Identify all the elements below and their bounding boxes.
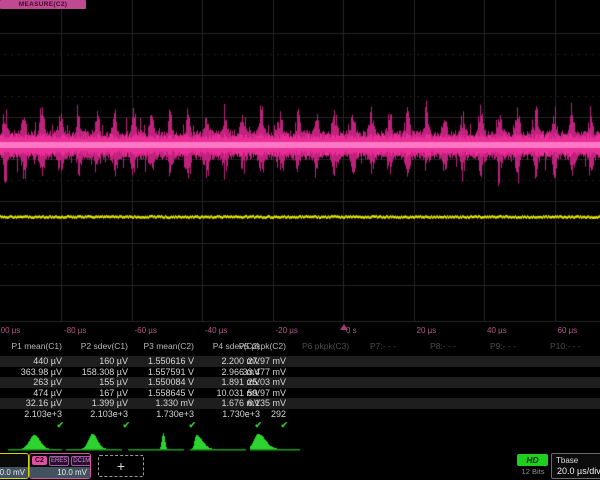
- measurement-cell: 1.330 mV: [132, 398, 196, 409]
- timebase-label: Tbase: [552, 454, 600, 465]
- param-header-cell-unused[interactable]: P9:- - -: [488, 340, 538, 352]
- param-header-cell-unused[interactable]: P8:- - -: [428, 340, 478, 352]
- measurement-row: 2.103e+32.103e+31.730e+31.730e+3292: [0, 409, 600, 420]
- time-axis-label: 60 µs: [558, 326, 578, 335]
- measurement-cell: 155 µV: [66, 377, 130, 388]
- hd-mode-badge[interactable]: HD: [517, 454, 548, 466]
- measurement-cell: 1.557591 V: [132, 367, 196, 378]
- timebase-descriptor[interactable]: Tbase 20.0 µs/div: [551, 453, 600, 479]
- time-axis-label: -100 µs: [0, 326, 20, 335]
- measurement-cell: 2.103e+3: [0, 409, 64, 420]
- param-header-cell[interactable]: P3 mean(C2): [132, 340, 196, 352]
- param-header-cell[interactable]: P5 pkpk(C2): [236, 340, 288, 352]
- param-header-cell-unused[interactable]: P10:- - -: [548, 340, 598, 352]
- time-axis[interactable]: -100 µs-80 µs-60 µs-40 µs-20 µs0 s20 µs4…: [0, 322, 600, 338]
- trigger-position-marker[interactable]: [340, 324, 348, 330]
- measurement-row: 32.16 µV1.399 µV1.330 mV1.676 mV6.135 mV: [0, 398, 600, 409]
- measurement-cell: 160 µV: [66, 356, 130, 367]
- measurement-cell: 1.399 µV: [66, 398, 130, 409]
- param-header-cell[interactable]: P1 mean(C1): [0, 340, 64, 352]
- measurement-cell: 25.03 mV: [236, 377, 288, 388]
- param-status-check-icon: ✔: [236, 420, 288, 430]
- measurement-cell: 27.97 mV: [236, 356, 288, 367]
- param-header-cell-unused[interactable]: P6 pkpk(C3): [300, 340, 358, 352]
- param-status-check-icon: ✔: [132, 420, 196, 430]
- channel-c2-eres-badge: ERES: [49, 456, 69, 466]
- measurement-cell: 1.550616 V: [132, 356, 196, 367]
- measurement-cell: 263 µV: [0, 377, 64, 388]
- time-axis-label: 20 µs: [417, 326, 437, 335]
- measurement-table: P1 mean(C1)P2 sdev(C1)P3 mean(C2)P4 sdev…: [0, 340, 600, 432]
- measurement-cell: 59.97 mV: [236, 388, 288, 399]
- channel-c1-volts-per-div: 10.0 mV: [0, 467, 28, 478]
- oscilloscope-screen: MEASURE(C2) -100 µs -80 µs -60 µs -40 µs -20…: [0, 0, 600, 480]
- trace-status-badge: MEASURE(C2): [0, 0, 86, 9]
- measurement-cell: 1.730e+3: [132, 409, 196, 420]
- time-axis-label: 40 µs: [487, 326, 507, 335]
- add-trace-button[interactable]: +: [98, 455, 144, 477]
- measurement-row: 363.98 µV158.308 µV1.557591 V2.966 mV33.…: [0, 367, 600, 378]
- param-status-check-icon: ✔: [66, 420, 130, 430]
- measurement-cell: 1.550084 V: [132, 377, 196, 388]
- time-axis-label: -40 µs: [205, 326, 227, 335]
- channel-c1-descriptor[interactable]: C1 DC1M 10.0 mV: [0, 453, 29, 479]
- measurement-cell: 32.16 µV: [0, 398, 64, 409]
- measurement-cell: 167 µV: [66, 388, 130, 399]
- channel-c2-volts-per-div: 10.0 mV: [30, 467, 90, 478]
- param-status-check-icon: ✔: [0, 420, 64, 430]
- measurement-cell: 33.477 mV: [236, 367, 288, 378]
- param-header-cell[interactable]: P2 sdev(C1): [66, 340, 130, 352]
- measurement-cell: 440 µV: [0, 356, 64, 367]
- time-axis-label: -80 µs: [64, 326, 86, 335]
- measurement-row: 263 µV155 µV1.550084 V1.891 mV25.03 mV: [0, 377, 600, 388]
- measurement-cell: 363.98 µV: [0, 367, 64, 378]
- measurement-row: 440 µV160 µV1.550616 V2.200 mV27.97 mV: [0, 356, 600, 367]
- measurement-cell: 158.308 µV: [66, 367, 130, 378]
- measurement-row: 474 µV167 µV1.558645 V10.031 mV59.97 mV: [0, 388, 600, 399]
- measurement-cell: 2.103e+3: [66, 409, 130, 420]
- time-axis-label: -20 µs: [276, 326, 298, 335]
- channel-c2-coupling-badge: DC1M: [71, 456, 91, 466]
- channel-c2-descriptor[interactable]: C2 ERES DC1M 10.0 mV: [29, 453, 91, 479]
- channel-c2-label: C2: [32, 456, 47, 465]
- param-header-cell-unused[interactable]: P7:- - -: [368, 340, 418, 352]
- param-header-row: P1 mean(C1)P2 sdev(C1)P3 mean(C2)P4 sdev…: [0, 340, 600, 353]
- time-axis-label: -60 µs: [135, 326, 157, 335]
- measurement-cell: 1.558645 V: [132, 388, 196, 399]
- measurement-cell: 474 µV: [0, 388, 64, 399]
- measurement-cell: 6.135 mV: [236, 398, 288, 409]
- timebase-value: 20.0 µs/div: [552, 465, 600, 476]
- measurement-cell: 292: [236, 409, 288, 420]
- hd-bits-label: 12 Bits: [515, 467, 551, 476]
